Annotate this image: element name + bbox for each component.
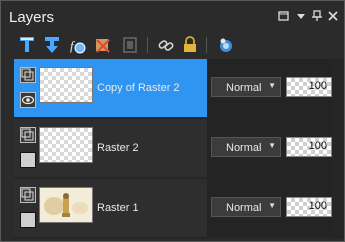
chevron-down-icon: ▼ <box>268 141 276 150</box>
new-vector-layer-icon[interactable] <box>43 36 61 54</box>
opacity-value: 100 <box>308 140 327 152</box>
toolbar-divider <box>206 37 207 53</box>
layer-info[interactable]: Raster 1 <box>14 179 207 237</box>
layer-thumbnail-image <box>39 187 93 223</box>
blend-mode-value: Normal <box>226 142 262 154</box>
layer-row-raster-2[interactable]: Raster 2 Normal ▼ 100 <box>14 119 333 177</box>
new-adjustment-layer-icon[interactable]: f <box>69 36 87 54</box>
new-raster-layer-icon[interactable] <box>18 36 36 54</box>
opacity-value: 100 <box>308 80 327 92</box>
layer-thumbnail <box>39 127 93 163</box>
blend-mode-dropdown[interactable]: Normal ▼ <box>211 197 281 217</box>
panel-title: Layers <box>9 9 55 26</box>
layer-row-copy-of-raster-2[interactable]: Copy of Raster 2 Normal ▼ 100 <box>14 59 333 117</box>
layer-thumbnail <box>39 67 93 103</box>
blend-mode-value: Normal <box>226 202 262 214</box>
layer-row-raster-1[interactable]: Raster 1 Normal ▼ 100 <box>14 179 333 237</box>
merge-icon[interactable] <box>121 36 139 54</box>
blend-mode-value: Normal <box>226 82 262 94</box>
layer-name[interactable]: Raster 1 <box>97 202 139 214</box>
opacity-field[interactable]: 100 <box>286 137 332 157</box>
delete-layer-icon[interactable] <box>94 36 112 54</box>
blend-mode-dropdown[interactable]: Normal ▼ <box>211 137 281 157</box>
layer-controls: Normal ▼ 100 <box>207 119 333 177</box>
layer-name[interactable]: Copy of Raster 2 <box>97 82 180 94</box>
layer-list: Copy of Raster 2 Normal ▼ 100 Raster 2 N… <box>14 59 333 239</box>
lock-icon[interactable] <box>181 36 199 54</box>
layers-toolbar: f <box>1 32 344 59</box>
layer-type-icon <box>20 187 36 203</box>
link-icon[interactable] <box>157 36 175 54</box>
layer-type-icon <box>20 67 36 83</box>
chevron-down-icon: ▼ <box>268 81 276 90</box>
layer-info[interactable]: Copy of Raster 2 <box>14 59 207 117</box>
close-icon[interactable] <box>326 9 340 23</box>
menu-icon[interactable] <box>277 9 291 23</box>
layers-panel: Layers f Copy of Raster 2 Normal ▼ 100 R… <box>0 0 345 242</box>
eye-icon[interactable] <box>20 92 36 108</box>
float-icon[interactable] <box>294 9 308 23</box>
opacity-field[interactable]: 100 <box>286 77 332 97</box>
layer-name[interactable]: Raster 2 <box>97 142 139 154</box>
visibility-icon[interactable] <box>217 36 235 54</box>
scrollbar[interactable] <box>333 59 344 239</box>
layer-controls: Normal ▼ 100 <box>207 179 333 237</box>
chevron-down-icon: ▼ <box>268 201 276 210</box>
svg-text:f: f <box>70 38 76 53</box>
opacity-value: 100 <box>308 200 327 212</box>
layer-info[interactable]: Raster 2 <box>14 119 207 177</box>
visibility-toggle[interactable] <box>20 152 36 168</box>
layer-controls: Normal ▼ 100 <box>207 59 333 117</box>
visibility-toggle[interactable] <box>20 212 36 228</box>
opacity-field[interactable]: 100 <box>286 197 332 217</box>
pin-icon[interactable] <box>310 9 324 23</box>
blend-mode-dropdown[interactable]: Normal ▼ <box>211 77 281 97</box>
toolbar-divider <box>147 37 148 53</box>
panel-titlebar: Layers <box>1 1 344 31</box>
layer-type-icon <box>20 127 36 143</box>
